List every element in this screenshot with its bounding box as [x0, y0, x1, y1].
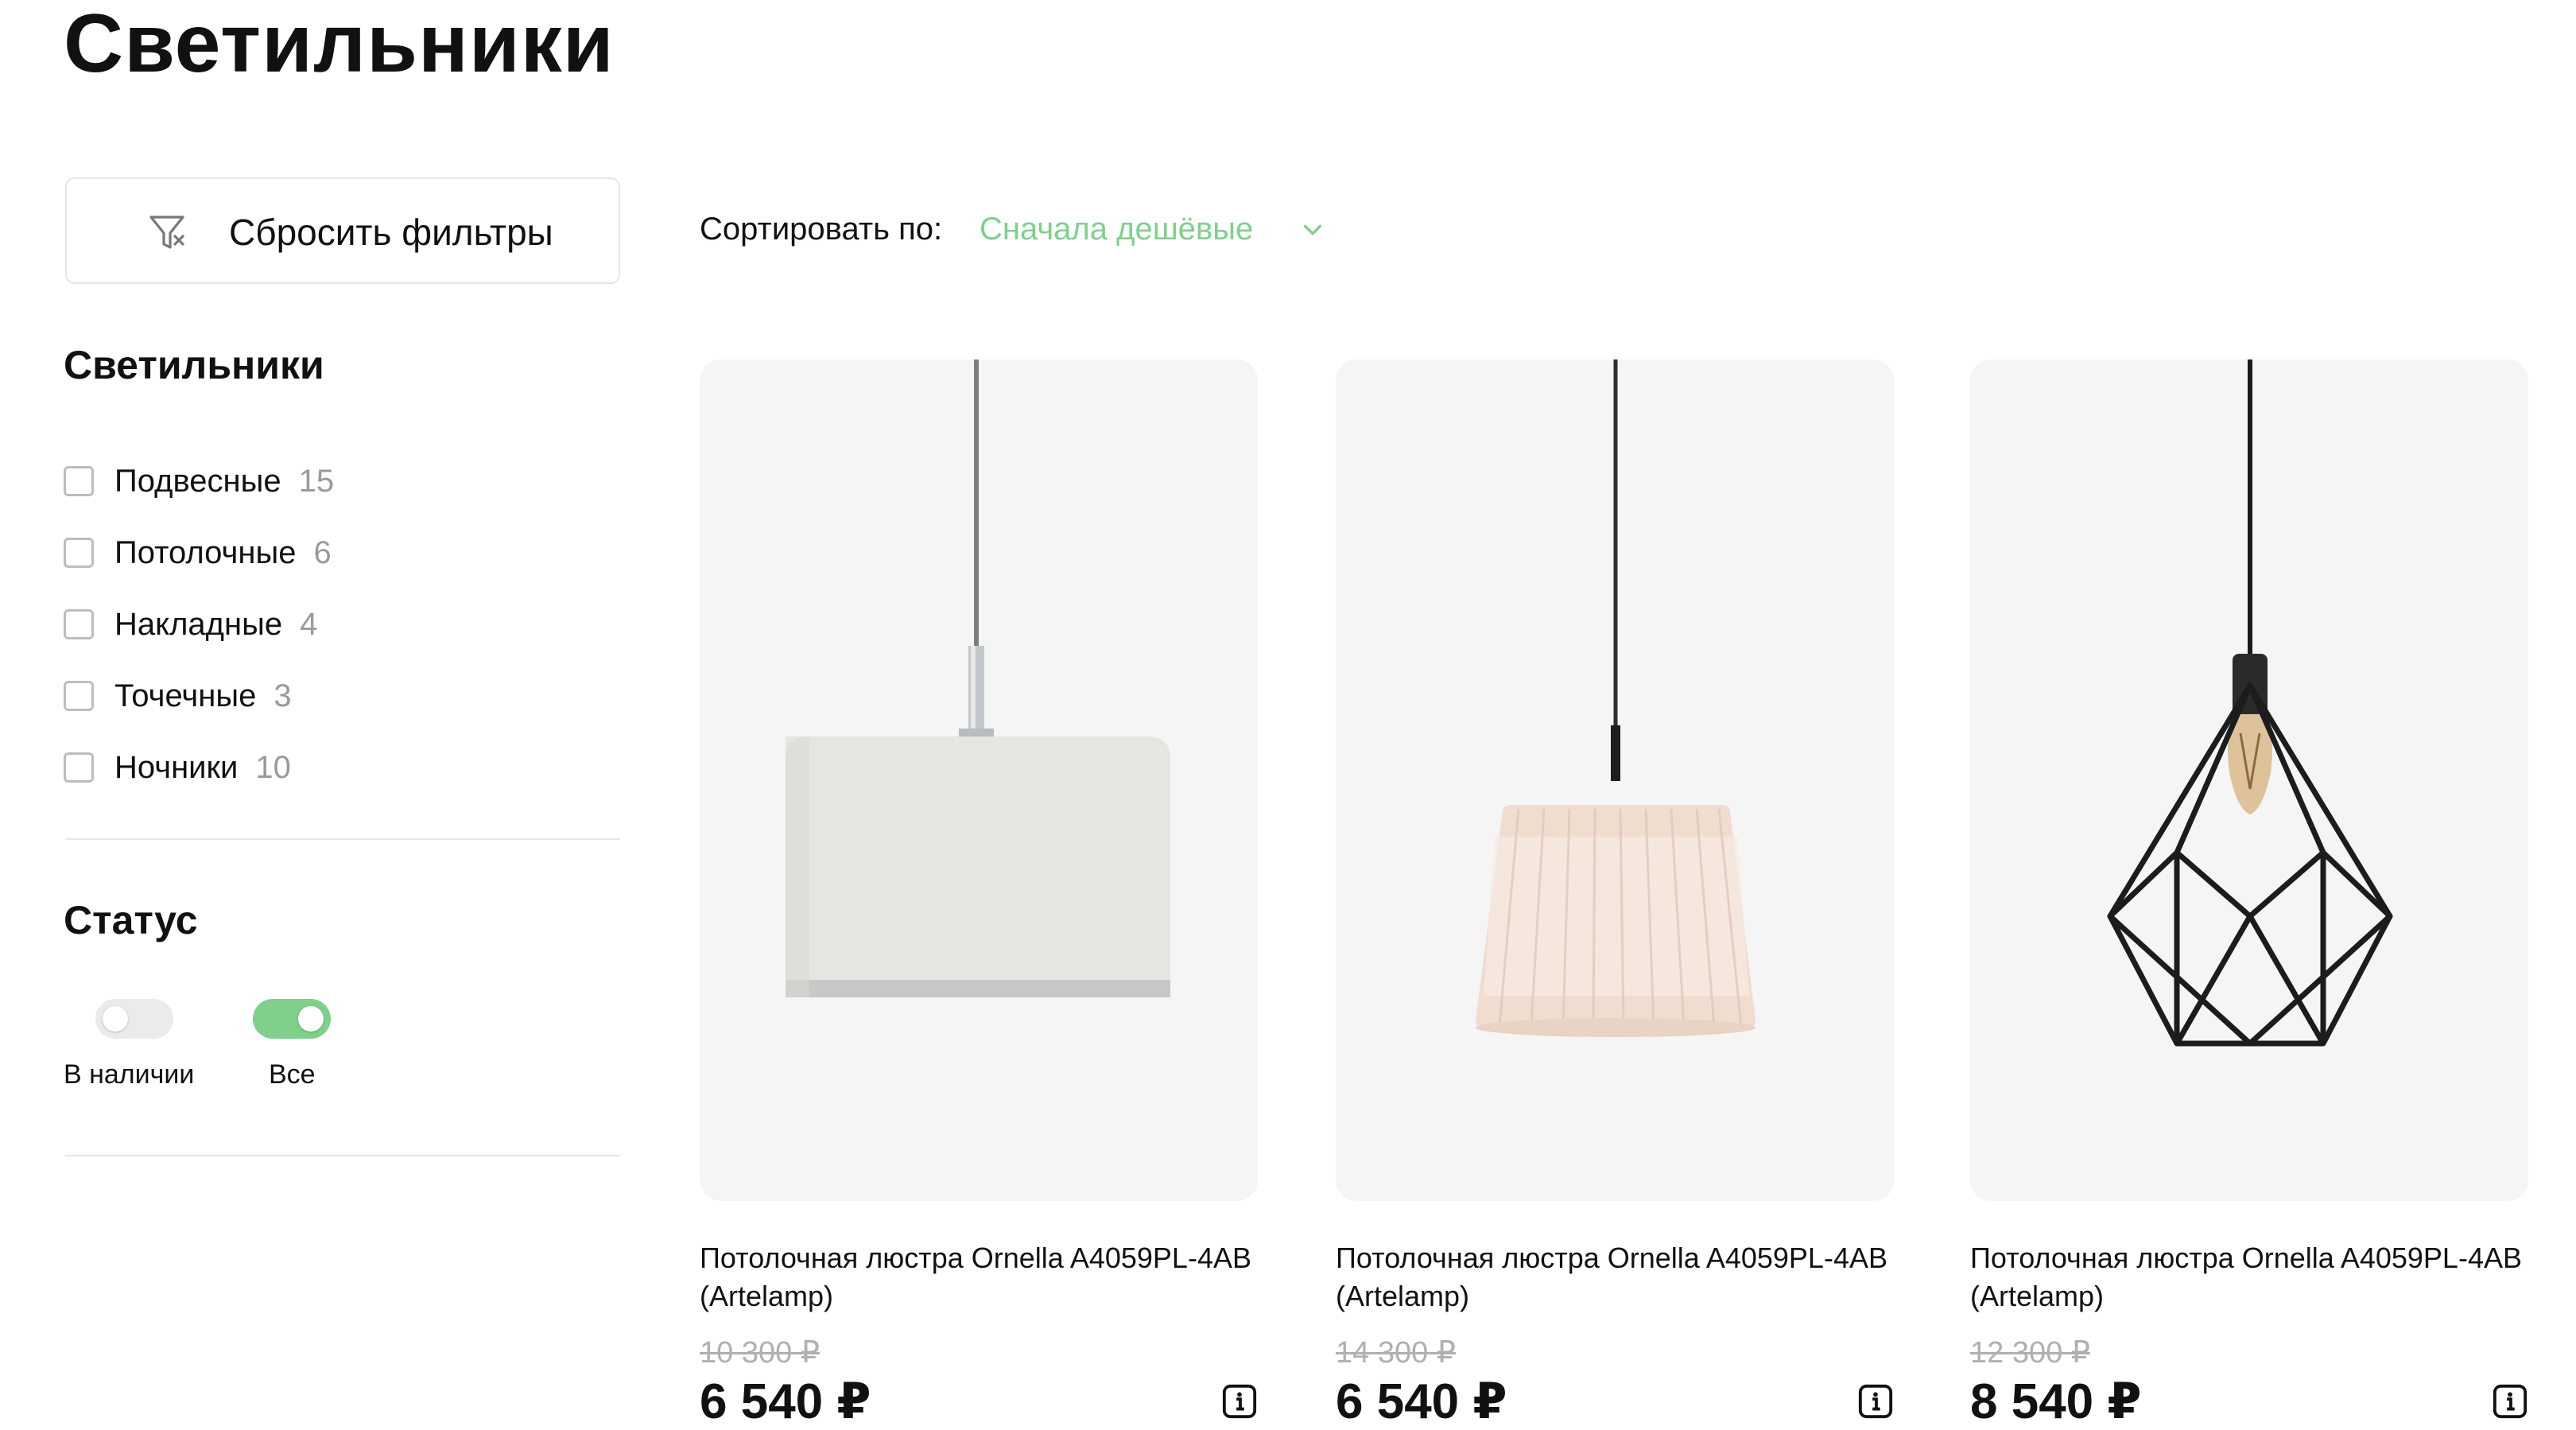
drum-shade-lamp-image [786, 359, 1170, 997]
price: 6 540 ₽ [1336, 1374, 1507, 1429]
toggle-label: В наличии [64, 1059, 195, 1090]
divider [65, 1155, 620, 1156]
type-filter-list: Подвесные 15 Потолочные 6 Накладные 4 То… [64, 445, 334, 803]
filter-label: Точечные [114, 678, 257, 713]
product-name[interactable]: Потолочная люстра Ornella A4059PL-4AB (A… [1970, 1239, 2528, 1315]
filter-count: 6 [313, 534, 332, 570]
product-card[interactable]: Потолочная люстра Ornella A4059PL-4AB (A… [700, 359, 1258, 1430]
filter-label: Ночники [114, 749, 239, 785]
old-price: 12 300 ₽ [1970, 1336, 2090, 1370]
price: 8 540 ₽ [1970, 1374, 2142, 1429]
filter-count: 4 [300, 606, 318, 642]
toggle-all[interactable]: Все [253, 999, 331, 1090]
filter-clear-icon [149, 216, 184, 249]
old-price: 14 300 ₽ [1336, 1336, 1456, 1370]
product-card[interactable]: Потолочная люстра Ornella A4059PL-4AB (A… [1336, 359, 1894, 1430]
toggle-switch[interactable] [95, 999, 173, 1039]
product-name[interactable]: Потолочная люстра Ornella A4059PL-4AB (A… [700, 1239, 1258, 1315]
old-price: 10 300 ₽ [700, 1336, 820, 1370]
page-title: Светильники [64, 0, 615, 90]
checkbox[interactable] [64, 609, 94, 639]
chevron-down-icon [1304, 224, 1322, 235]
checkbox[interactable] [64, 466, 94, 496]
pleated-shade-lamp-image [1476, 359, 1755, 1037]
checkbox[interactable] [64, 752, 94, 783]
info-icon[interactable] [2492, 1383, 2528, 1420]
filter-count: 3 [274, 678, 292, 713]
product-image[interactable] [700, 359, 1258, 1201]
types-section-title: Светильники [64, 343, 324, 387]
price: 6 540 ₽ [700, 1374, 871, 1429]
reset-filters-label: Сбросить фильтры [229, 212, 553, 253]
filter-label: Потолочные [114, 534, 297, 570]
geometric-cage-lamp-image [2107, 359, 2393, 1047]
price-row: 6 540 ₽ [1336, 1372, 1894, 1430]
filter-item-spot[interactable]: Точечные 3 [64, 660, 334, 732]
filter-count: 10 [255, 749, 291, 785]
filter-label: Накладные [114, 606, 283, 642]
info-icon[interactable] [1221, 1383, 1258, 1420]
product-card[interactable]: Потолочная люстра Ornella A4059PL-4AB (A… [1970, 359, 2528, 1430]
product-image[interactable] [1970, 359, 2528, 1201]
price-row: 6 540 ₽ [700, 1372, 1258, 1430]
filter-item-pendant[interactable]: Подвесные 15 [64, 445, 334, 517]
filter-item-surface[interactable]: Накладные 4 [64, 589, 334, 660]
toggle-switch[interactable] [253, 999, 331, 1039]
divider [65, 838, 620, 840]
filter-label: Подвесные [114, 463, 281, 499]
sort-label: Сортировать по: [700, 212, 943, 247]
sort-select[interactable]: Сначала дешёвые [980, 212, 1325, 247]
toggle-knob [298, 1006, 324, 1032]
filter-item-night[interactable]: Ночники 10 [64, 732, 334, 803]
filter-item-ceiling[interactable]: Потолочные 6 [64, 517, 334, 589]
toggle-in-stock[interactable]: В наличии [64, 999, 194, 1090]
sort-value: Сначала дешёвые [980, 212, 1254, 247]
filter-count: 15 [298, 463, 335, 499]
checkbox[interactable] [64, 681, 94, 711]
product-image[interactable] [1336, 359, 1894, 1201]
toggle-label: Все [269, 1059, 316, 1090]
price-row: 8 540 ₽ [1970, 1372, 2528, 1430]
status-section-title: Статус [64, 898, 198, 942]
reset-filters-button[interactable]: Сбросить фильтры [65, 177, 620, 284]
info-icon[interactable] [1857, 1383, 1894, 1420]
checkbox[interactable] [64, 538, 94, 568]
toggle-knob [103, 1006, 128, 1032]
product-name[interactable]: Потолочная люстра Ornella A4059PL-4AB (A… [1336, 1239, 1894, 1315]
